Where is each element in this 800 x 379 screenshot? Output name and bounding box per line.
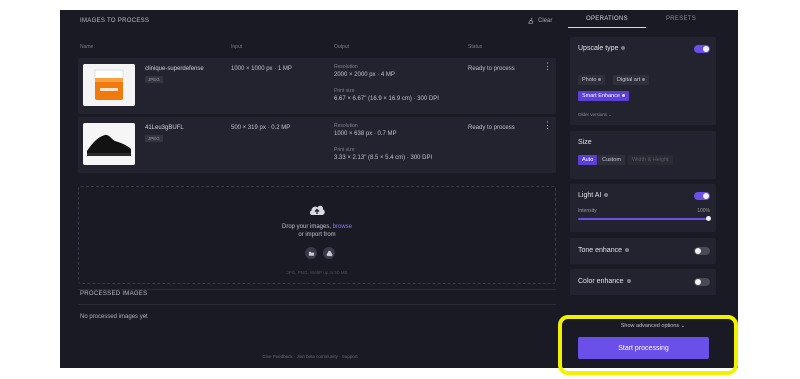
tone-enhance-title: Tone enhance [578,247,629,254]
toggle-knob [703,46,709,52]
input-size: 500 × 319 px · 0.2 MP [231,125,291,131]
footer-links[interactable]: Give Feedback · Join beta community · Su… [60,354,560,359]
more-options-icon[interactable]: ⋮ [543,62,552,71]
clear-label: Clear [538,17,553,24]
upscale-option-digital-art[interactable]: Digital art [613,75,650,85]
tone-enhance-label: Tone enhance [578,247,622,254]
slider-fill [578,218,708,220]
older-versions-label: Older versions [578,112,608,117]
google-drive-icon [325,250,333,256]
toggle-knob [703,193,709,199]
status-text: Ready to process [468,66,515,72]
color-enhance-card: Color enhance [570,269,716,295]
intensity-slider[interactable] [578,216,711,221]
divider [78,304,556,305]
output-resolution: 2000 × 2000 px · 4 MP [334,72,395,78]
resolution-label: Resolution [334,123,358,129]
toggle-knob [695,248,701,254]
size-option-custom[interactable]: Custom [598,155,625,165]
option-label: Digital art [617,77,641,83]
print-size-label: Print size [334,88,355,94]
drive-import-button[interactable] [323,247,335,259]
images-to-process-title: IMAGES TO PROCESS [80,18,150,24]
tone-enhance-toggle[interactable] [694,247,710,255]
older-versions-link[interactable]: Older versions ⌄ [578,112,612,118]
drop-zone[interactable]: Drop your images, browse or import from … [78,186,556,284]
light-ai-label: Light AI [578,192,602,199]
size-title: Size [578,139,592,146]
size-card: Size Auto Custom Width & Height [570,131,716,179]
column-header-name: Name [80,44,94,50]
drop-text: Drop your images, [281,224,333,230]
light-ai-card: Light AI Intensity 100% [570,184,716,232]
image-thumbnail [83,64,135,106]
folder-icon [308,251,314,256]
slider-handle[interactable] [705,216,711,221]
info-icon[interactable] [624,248,629,253]
tab-presets[interactable]: PRESETS [666,16,696,22]
format-badge: JPEG [145,76,163,83]
chevron-down-icon: ⌄ [608,112,613,117]
toggle-knob [695,279,701,285]
sneaker-image [83,123,135,165]
color-enhance-label: Color enhance [578,278,624,285]
info-icon[interactable] [626,279,631,284]
upscale-type-card: Upscale type Photo Digital art Smart Enh… [570,37,716,125]
upscale-type-label: Upscale type [578,45,619,52]
info-icon[interactable] [604,193,609,198]
column-header-input: Input [231,44,243,50]
print-size-label: Print size [334,147,355,153]
option-label: Smart Enhance [582,93,620,99]
table-row[interactable]: 41Leu3gBUFL JPEG 500 × 319 px · 0.2 MP R… [78,117,556,173]
intensity-value: 100% [697,208,710,214]
upscale-option-photo[interactable]: Photo [578,75,606,85]
column-header-output: Output [334,44,350,50]
image-thumbnail [83,123,135,165]
image-name: clinique-superdefense [145,66,204,72]
table-row[interactable]: clinique-superdefense JPEG 1000 × 1000 p… [78,58,556,114]
info-icon [621,94,625,98]
supported-formats: JPG, PNG, WebP up to 50 MB [286,270,348,275]
color-enhance-title: Color enhance [578,278,631,285]
images-panel: IMAGES TO PROCESS Clear Name Input Outpu… [60,10,560,368]
info-icon [642,78,646,82]
size-option-auto[interactable]: Auto [578,155,598,165]
upscale-toggle[interactable] [694,45,710,53]
print-size: 6.67 × 6.67" (16.9 × 16.9 cm) · 300 DPI [334,96,439,102]
highlight-annotation [558,315,738,375]
tone-enhance-card: Tone enhance [570,238,716,264]
format-badge: JPEG [145,135,163,142]
status-text: Ready to process [468,125,515,131]
input-size: 1000 × 1000 px · 1 MP [231,66,292,72]
processed-empty-text: No processed images yet [80,314,148,320]
active-tab-indicator [568,27,646,28]
column-header-status: Status [468,44,483,50]
browse-link[interactable]: browse [333,224,352,230]
size-option-width-height: Width & Height [628,155,673,165]
color-enhance-toggle[interactable] [694,278,710,286]
cloud-upload-icon [309,205,325,215]
processed-images-title: PROCESSED IMAGES [80,291,148,297]
light-ai-title: Light AI [578,192,609,199]
tab-operations[interactable]: OPERATIONS [586,16,628,22]
sweep-icon [528,17,534,24]
print-size: 3.33 × 2.13" (8.5 × 5.4 cm) · 300 DPI [334,155,433,161]
resolution-label: Resolution [334,64,358,70]
clear-button[interactable]: Clear [528,17,552,24]
light-ai-toggle[interactable] [694,192,710,200]
output-resolution: 1000 × 638 px · 0.7 MP [334,131,397,137]
upscale-type-title: Upscale type [578,45,626,52]
folder-import-button[interactable] [305,247,317,259]
cosmetic-jar-image [83,64,135,106]
more-options-icon[interactable]: ⋮ [543,121,552,130]
option-label: Photo [582,77,597,83]
intensity-label: Intensity [578,208,597,214]
import-from-text: or import from [298,232,336,238]
image-name: 41Leu3gBUFL [145,125,184,131]
upscale-option-smart-enhance[interactable]: Smart Enhance [578,91,629,101]
drop-instructions: Drop your images, browse [79,224,555,230]
info-icon[interactable] [621,46,626,51]
divider [78,289,556,290]
info-icon [598,78,602,82]
